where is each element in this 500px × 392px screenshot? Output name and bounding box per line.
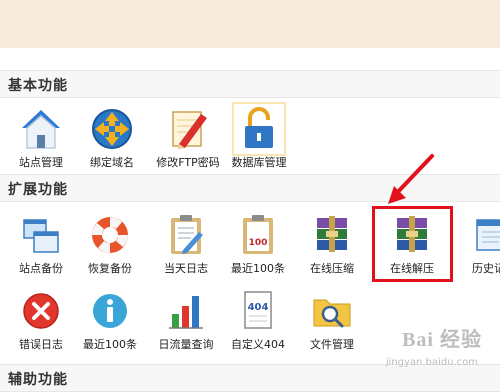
tile-online-compress[interactable]: 在线压缩 bbox=[296, 212, 368, 282]
padlock-icon bbox=[232, 102, 286, 156]
life-ring-icon bbox=[92, 217, 128, 253]
tile-label: 历史记录 bbox=[472, 262, 500, 275]
tile-change-ftp-password[interactable]: 修改FTP密码 bbox=[152, 106, 224, 176]
bar-chart-icon bbox=[169, 296, 203, 329]
tile-bind-domain[interactable]: 绑定域名 bbox=[76, 106, 148, 176]
info-icon bbox=[93, 294, 127, 328]
error-x-icon bbox=[23, 293, 59, 329]
clipboard-100-icon: 100 bbox=[243, 215, 273, 254]
tile-site-backup[interactable]: 站点备份 bbox=[5, 212, 77, 282]
window-icon bbox=[476, 219, 500, 251]
tile-label: 自定义404 bbox=[231, 338, 285, 351]
tile-file-management[interactable]: 文件管理 bbox=[296, 288, 368, 358]
tile-label: 最近100条 bbox=[83, 338, 137, 351]
tile-label: 绑定域名 bbox=[90, 156, 134, 169]
tile-label: 文件管理 bbox=[310, 338, 354, 351]
tile-label: 最近100条 bbox=[231, 262, 285, 275]
house-icon bbox=[22, 110, 60, 149]
tile-label: 在线解压 bbox=[390, 262, 434, 275]
annotation-arrow-icon bbox=[388, 154, 434, 204]
clipboard-icon bbox=[171, 215, 203, 254]
tile-restore-backup[interactable]: 恢复备份 bbox=[74, 212, 146, 282]
globe-arrows-icon bbox=[92, 109, 132, 149]
tile-error-log[interactable]: 错误日志 bbox=[5, 288, 77, 358]
watermark-url: jingyan.baidu.com bbox=[385, 357, 478, 368]
tile-label: 数据库管理 bbox=[231, 156, 287, 169]
tile-site-management[interactable]: 站点管理 bbox=[5, 106, 77, 176]
tile-daily-traffic[interactable]: 日流量查询 bbox=[150, 288, 222, 358]
tile-online-decompress[interactable]: 在线解压 bbox=[376, 212, 448, 282]
section-title-basic: 基本功能 bbox=[8, 78, 68, 94]
windows-stack-icon bbox=[23, 219, 59, 253]
tile-database-management[interactable]: 数据库管理 bbox=[223, 102, 295, 176]
winrar-icon bbox=[397, 216, 427, 252]
section-title-auxiliary: 辅助功能 bbox=[8, 372, 68, 388]
tile-recent-100-b[interactable]: 最近100条 bbox=[74, 288, 146, 358]
tile-recent-100[interactable]: 100 最近100条 bbox=[222, 212, 294, 282]
tile-custom-404[interactable]: 404 自定义404 bbox=[222, 288, 294, 358]
watermark-logo: Bai 经验 bbox=[402, 329, 482, 351]
svg-text:100: 100 bbox=[249, 238, 268, 248]
folder-search-icon bbox=[313, 299, 351, 328]
section-header-basic: 基本功能 bbox=[0, 70, 500, 98]
winrar-icon bbox=[317, 216, 347, 252]
page-404-icon: 404 bbox=[244, 291, 272, 329]
icon-404-text: 404 bbox=[248, 302, 269, 313]
section-header-auxiliary: 辅助功能 bbox=[0, 364, 500, 392]
tile-label: 恢复备份 bbox=[88, 262, 132, 275]
top-banner bbox=[0, 0, 500, 48]
tile-label: 在线压缩 bbox=[310, 262, 354, 275]
tile-history[interactable]: 历史记录 bbox=[458, 212, 500, 282]
section-title-extended: 扩展功能 bbox=[8, 182, 68, 198]
pencil-notebook-icon bbox=[172, 111, 207, 149]
tile-today-log[interactable]: 当天日志 bbox=[150, 212, 222, 282]
